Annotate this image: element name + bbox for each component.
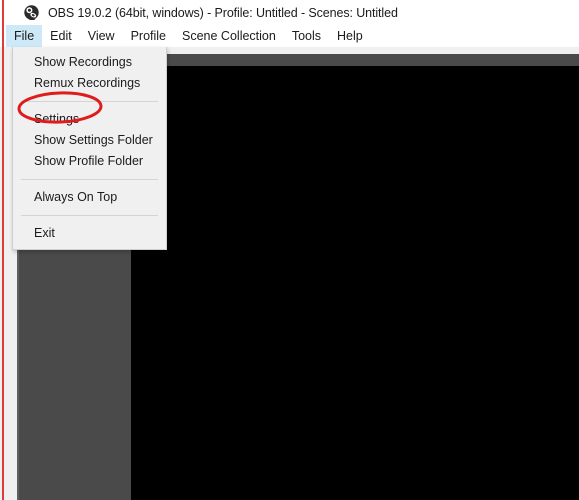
left-edge-annotation-line bbox=[2, 0, 4, 500]
menu-item-show-profile-folder[interactable]: Show Profile Folder bbox=[13, 151, 166, 172]
menu-item-exit[interactable]: Exit bbox=[13, 223, 166, 244]
menubar-item-view-label: View bbox=[87, 29, 115, 43]
menu-item-always-on-top-label: Always On Top bbox=[34, 190, 118, 204]
menubar-item-tools-label: Tools bbox=[291, 29, 322, 43]
menubar-item-scene-collection-label: Scene Collection bbox=[182, 29, 276, 43]
menu-item-exit-label: Exit bbox=[34, 226, 55, 240]
menu-item-show-settings-folder-label: Show Settings Folder bbox=[34, 133, 153, 147]
menubar-item-scene-collection[interactable]: Scene Collection bbox=[174, 25, 284, 47]
menu-item-remux-recordings-label: Remux Recordings bbox=[34, 76, 141, 90]
menu-separator-3 bbox=[21, 215, 158, 216]
menubar-item-tools[interactable]: Tools bbox=[284, 25, 329, 47]
title-bar: OBS 19.0.2 (64bit, windows) - Profile: U… bbox=[0, 0, 579, 25]
obs-logo-icon bbox=[24, 5, 39, 20]
menu-item-settings-label: Settings bbox=[34, 112, 80, 126]
menubar-item-help-label: Help bbox=[337, 29, 363, 43]
menubar-item-file[interactable]: File bbox=[6, 25, 43, 47]
menubar-item-profile[interactable]: Profile bbox=[123, 25, 174, 47]
menubar-item-file-label: File bbox=[14, 29, 35, 43]
menubar-item-view[interactable]: View bbox=[80, 25, 123, 47]
menu-item-show-recordings-label: Show Recordings bbox=[34, 55, 132, 69]
menu-item-always-on-top[interactable]: Always On Top bbox=[13, 187, 166, 208]
menubar-item-profile-label: Profile bbox=[130, 29, 167, 43]
file-dropdown-menu: Show Recordings Remux Recordings Setting… bbox=[12, 47, 167, 250]
menu-item-show-profile-folder-label: Show Profile Folder bbox=[34, 154, 144, 168]
menu-item-show-settings-folder[interactable]: Show Settings Folder bbox=[13, 130, 166, 151]
menubar-item-help[interactable]: Help bbox=[329, 25, 371, 47]
menu-bar: File Edit View Profile Scene Collection … bbox=[0, 25, 579, 47]
menu-item-remux-recordings[interactable]: Remux Recordings bbox=[13, 73, 166, 94]
menu-item-settings[interactable]: Settings bbox=[13, 109, 166, 130]
menu-item-show-recordings[interactable]: Show Recordings bbox=[13, 52, 166, 73]
menubar-item-edit[interactable]: Edit bbox=[42, 25, 80, 47]
menu-separator-1 bbox=[21, 101, 158, 102]
window-title: OBS 19.0.2 (64bit, windows) - Profile: U… bbox=[48, 5, 398, 20]
menu-separator-2 bbox=[21, 179, 158, 180]
obs-main-window: OBS 19.0.2 (64bit, windows) - Profile: U… bbox=[0, 0, 579, 500]
menubar-item-edit-label: Edit bbox=[50, 29, 72, 43]
